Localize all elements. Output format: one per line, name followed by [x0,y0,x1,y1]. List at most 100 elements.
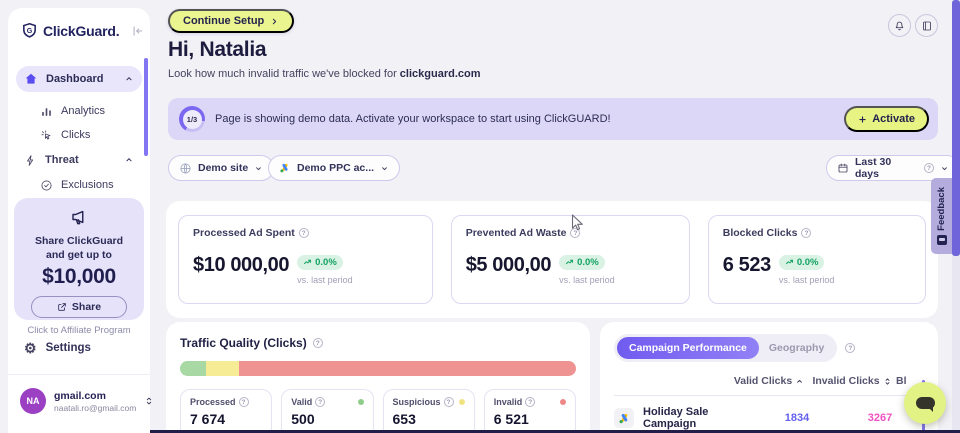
avatar: NA [20,388,46,414]
demo-data-banner: 1/3 Page is showing demo data. Activate … [168,98,938,140]
info-icon[interactable] [845,343,855,353]
stat-caption: vs. last period [779,275,835,285]
trend-badge: 0.0% [559,255,605,270]
page-title: Hi, Natalia [168,38,266,62]
chevron-right-icon [270,17,279,26]
info-icon[interactable] [315,397,325,407]
trend-badge: 0.0% [779,255,825,270]
trend-badge: 0.0% [297,255,343,270]
sidebar-item-dashboard[interactable]: Dashboard [16,66,142,92]
check-circle-icon [40,179,53,192]
external-link-icon [57,302,67,312]
sidebar: G ClickGuard. Dashboard Analytics Clicks… [8,8,150,433]
account-name: gmail.com [54,390,136,402]
sidebar-item-exclusions[interactable]: Exclusions [16,172,142,198]
status-dot-suspicious [459,399,465,405]
analytics-icon [40,105,53,118]
google-ads-icon [279,162,291,174]
share-button[interactable]: Share [31,296,127,318]
continue-setup-button[interactable]: Continue Setup [168,9,294,33]
sidebar-item-analytics[interactable]: Analytics [16,98,142,124]
status-dot-valid [358,399,364,405]
collapse-sidebar-icon[interactable] [130,24,144,38]
stat-value: $5 000,00 [466,254,551,277]
stat-caption: vs. last period [297,275,353,285]
feedback-icon [937,235,947,245]
sidebar-scrollbar[interactable] [144,58,148,156]
info-icon[interactable] [801,228,811,238]
traffic-card-suspicious: Suspicious 653 ↑0.00% [383,389,475,433]
app-title: ClickGuard. [43,23,119,39]
page-subtitle: Look how much invalid traffic we've bloc… [168,68,481,80]
page-scrollbar-thumb[interactable] [952,0,960,256]
info-icon[interactable] [239,397,249,407]
google-ads-icon [614,408,634,428]
megaphone-icon [69,207,89,227]
setup-progress-step: 1/3 [183,110,202,129]
table-row[interactable]: Holiday Sale Campaign 1834 3267 [614,396,924,430]
stat-card-prevented-ad-waste: Prevented Ad Waste $5 000,00 0.0% vs. la… [451,215,690,304]
chevron-up-down-icon [144,395,154,407]
stat-value: 6 523 [723,254,771,277]
chat-icon [916,397,935,409]
plus-icon [858,115,867,124]
trend-up-icon [565,258,574,267]
traffic-quality-panel: Traffic Quality (Clicks) Processed 7 674… [166,322,590,433]
chevron-up-icon[interactable] [124,155,134,165]
click-cursor-icon [40,129,53,142]
sidebar-item-clicks[interactable]: Clicks [16,122,142,148]
tab-campaign-performance[interactable]: Campaign Performance [617,337,759,359]
page-scrollbar-track[interactable] [952,0,960,433]
stat-value: $10 000,00 [193,254,289,277]
promo-heading: Share ClickGuard and get up to [14,232,144,262]
ppc-account-filter-dropdown[interactable]: Demo PPC ac... [268,155,400,181]
site-filter-dropdown[interactable]: Demo site [168,155,274,181]
info-icon[interactable] [313,338,323,348]
help-icon[interactable] [924,163,934,173]
campaign-performance-panel: Campaign Performance Geography Valid Cli… [600,322,938,433]
info-icon[interactable] [299,228,309,238]
globe-icon [179,162,192,175]
promo-amount: $10,000 [14,265,144,289]
sidebar-item-threat[interactable]: Threat [16,147,142,173]
sort-asc-icon [795,377,804,386]
clickguard-logo-icon: G [21,22,38,39]
promo-footnote: Click to Affiliate Program [14,325,144,336]
bar-segment-valid [180,361,206,376]
sort-icon [883,376,892,387]
info-icon[interactable] [525,397,535,407]
bell-icon [893,19,906,32]
stat-card-blocked-clicks: Blocked Clicks 6 523 0.0% vs. last perio… [708,215,926,304]
campaign-name: Holiday Sale Campaign [643,406,758,430]
stat-card-processed-ad-spent: Processed Ad Spent $10 000,00 0.0% vs. l… [178,215,433,304]
trend-up-icon [785,258,794,267]
setup-progress-ring: 1/3 [179,106,205,132]
sidebar-item-settings[interactable]: ⚙ Settings [24,341,91,355]
gear-icon: ⚙ [24,341,37,355]
docs-button[interactable] [915,14,938,37]
info-icon[interactable] [570,228,580,238]
status-dot-invalid [560,399,566,405]
sort-invalid-clicks: Invalid Clicks [808,375,896,387]
notifications-button[interactable] [888,14,911,37]
info-icon[interactable] [444,397,454,407]
chevron-up-icon[interactable] [124,74,134,84]
kpi-stats-panel: Processed Ad Spent $10 000,00 0.0% vs. l… [166,201,938,318]
lightning-icon [24,154,37,167]
divider [8,374,150,375]
svg-text:G: G [27,27,33,35]
feedback-tab[interactable]: Feedback [931,178,952,254]
home-icon [24,72,38,86]
banner-message: Page is showing demo data. Activate your… [215,113,611,125]
valid-clicks-value[interactable]: 1834 [758,412,836,424]
bar-segment-suspicious [206,361,240,376]
account-email: naatali.ro@gmail.com [54,403,136,413]
tab-geography[interactable]: Geography [759,337,834,359]
chevron-down-icon [380,164,389,173]
activate-button[interactable]: Activate [844,106,929,132]
affiliate-promo-card: Share ClickGuard and get up to $10,000 S… [14,198,144,320]
account-switcher[interactable]: NA gmail.com naatali.ro@gmail.com [20,388,142,414]
chat-widget-button[interactable] [904,382,946,424]
chevron-down-icon [940,164,949,173]
traffic-quality-bar [180,361,576,376]
